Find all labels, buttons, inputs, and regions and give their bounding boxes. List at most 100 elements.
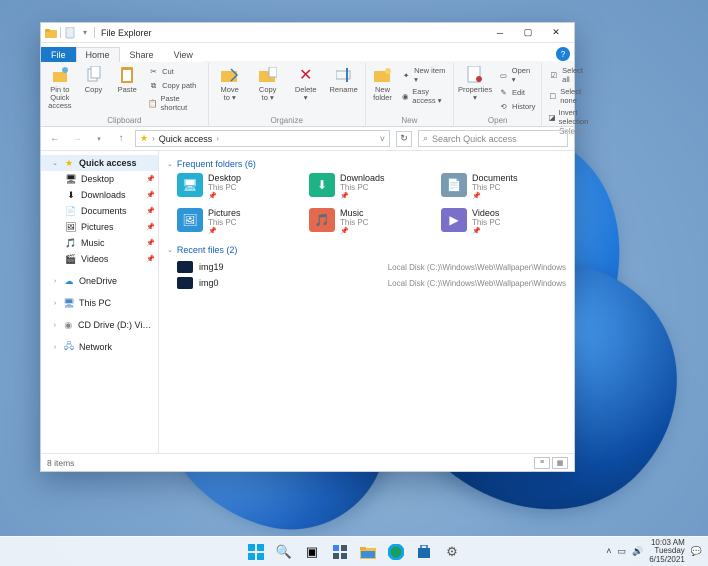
- tree-cd-drive[interactable]: ›◉CD Drive (D:) VirtualE: [41, 317, 158, 333]
- navigation-pane[interactable]: ⌄ ★ Quick access 🖥Desktop📌⬇Downloads📌📄Do…: [41, 151, 159, 453]
- icons-view-button[interactable]: ▦: [552, 457, 568, 469]
- taskbar[interactable]: 🔍 ▣ ⚙ ˄ ▭ 🔊 10:03 AM Tuesday 6/15/2021 💬: [0, 536, 708, 566]
- details-view-button[interactable]: ≡: [534, 457, 550, 469]
- ribbon-tabs: File Home Share View ?: [41, 43, 574, 61]
- paste-icon: [117, 65, 137, 85]
- folder-videos[interactable]: ▶VideosThis PC📌: [441, 208, 561, 235]
- rename-button[interactable]: Rename: [327, 65, 361, 94]
- item-count: 8 items: [47, 458, 74, 468]
- history-button[interactable]: ⟲History: [496, 100, 537, 113]
- select-all-button[interactable]: ☑Select all: [546, 65, 594, 85]
- collapse-icon[interactable]: ⌄: [167, 246, 173, 254]
- search-input[interactable]: ⌕ Search Quick access: [418, 130, 568, 147]
- new-folder-button[interactable]: New folder: [370, 65, 396, 102]
- collapse-icon[interactable]: ⌄: [51, 159, 59, 167]
- cut-button[interactable]: ✂Cut: [146, 65, 204, 78]
- open-button[interactable]: ▭Open ▾: [496, 65, 537, 85]
- up-button[interactable]: ↑: [113, 131, 129, 147]
- search-icon: ⌕: [423, 133, 428, 144]
- recent-file-img0[interactable]: img0Local Disk (C:)\Windows\Web\Wallpape…: [177, 275, 566, 291]
- start-button[interactable]: [243, 539, 269, 565]
- tree-onedrive[interactable]: ›☁OneDrive: [41, 273, 158, 289]
- delete-button[interactable]: ✕Delete ▾: [289, 65, 323, 102]
- clock[interactable]: 10:03 AM Tuesday 6/15/2021: [649, 539, 685, 564]
- star-icon: ★: [140, 133, 148, 144]
- tree-item-music[interactable]: 🎵Music📌: [41, 235, 158, 251]
- frequent-folders-header[interactable]: ⌄ Frequent folders (6): [167, 159, 566, 169]
- easy-access-icon: ◉: [401, 91, 409, 102]
- expand-icon[interactable]: ›: [51, 278, 59, 285]
- tree-item-documents[interactable]: 📄Documents📌: [41, 203, 158, 219]
- titlebar[interactable]: ▾ File Explorer ─ ▢ ✕: [41, 23, 574, 43]
- store-button[interactable]: [411, 539, 437, 565]
- tree-this-pc[interactable]: ›🖥This PC: [41, 295, 158, 311]
- paste-shortcut-button[interactable]: 📋Paste shortcut: [146, 93, 204, 113]
- copy-to-button[interactable]: Copy to ▾: [251, 65, 285, 102]
- notifications-button[interactable]: 💬: [691, 546, 702, 557]
- document-small-icon[interactable]: [64, 27, 76, 39]
- help-button[interactable]: ?: [556, 47, 570, 61]
- network-tray-icon[interactable]: ▭: [617, 546, 626, 557]
- file-explorer-button[interactable]: [355, 539, 381, 565]
- tree-network[interactable]: ›🖧Network: [41, 339, 158, 355]
- pin-icon: 📌: [146, 175, 154, 183]
- tree-item-desktop[interactable]: 🖥Desktop📌: [41, 171, 158, 187]
- search-button[interactable]: 🔍: [271, 539, 297, 565]
- chevron-down-icon[interactable]: ˅: [380, 134, 385, 144]
- expand-icon[interactable]: ›: [51, 300, 59, 307]
- settings-button[interactable]: ⚙: [439, 539, 465, 565]
- close-button[interactable]: ✕: [542, 23, 570, 43]
- tab-view[interactable]: View: [164, 47, 203, 62]
- show-hidden-icons[interactable]: ˄: [606, 546, 611, 556]
- refresh-button[interactable]: ↻: [396, 131, 412, 147]
- edit-button[interactable]: ✎Edit: [496, 86, 537, 99]
- tree-item-downloads[interactable]: ⬇Downloads📌: [41, 187, 158, 203]
- recent-file-img19[interactable]: img19Local Disk (C:)\Windows\Web\Wallpap…: [177, 259, 566, 275]
- system-tray[interactable]: ˄ ▭ 🔊 10:03 AM Tuesday 6/15/2021 💬: [606, 539, 708, 564]
- pin-icon: 📌: [146, 239, 154, 247]
- expand-icon[interactable]: ›: [51, 344, 59, 351]
- group-open: Properties ▾ ▭Open ▾ ✎Edit ⟲History Open: [454, 63, 542, 126]
- widgets-button[interactable]: [327, 539, 353, 565]
- recent-locations-button[interactable]: ▾: [91, 131, 107, 147]
- properties-button[interactable]: Properties ▾: [458, 65, 492, 102]
- paste-button[interactable]: Paste: [112, 65, 142, 94]
- qat-toggle-icon[interactable]: ▾: [79, 27, 91, 39]
- breadcrumb-location[interactable]: Quick access: [159, 134, 213, 144]
- folder-documents[interactable]: 📄DocumentsThis PC📌: [441, 173, 561, 200]
- tree-quick-access[interactable]: ⌄ ★ Quick access: [41, 155, 158, 171]
- expand-icon[interactable]: ›: [51, 322, 59, 329]
- copy-to-icon: [258, 65, 278, 85]
- back-button[interactable]: ←: [47, 131, 63, 147]
- copy-button[interactable]: Copy: [79, 65, 109, 94]
- content-pane[interactable]: ⌄ Frequent folders (6) 🖥DesktopThis PC📌 ⬇…: [159, 151, 574, 453]
- folder-downloads[interactable]: ⬇DownloadsThis PC📌: [309, 173, 429, 200]
- collapse-icon[interactable]: ⌄: [167, 160, 173, 168]
- folder-pictures[interactable]: 🖼PicturesThis PC📌: [177, 208, 297, 235]
- edge-button[interactable]: [383, 539, 409, 565]
- new-item-button[interactable]: ✦New item ▾: [399, 65, 449, 85]
- forward-button[interactable]: →: [69, 131, 85, 147]
- tree-item-videos[interactable]: 🎬Videos📌: [41, 251, 158, 267]
- tree-item-pictures[interactable]: 🖼Pictures📌: [41, 219, 158, 235]
- folder-music[interactable]: 🎵MusicThis PC📌: [309, 208, 429, 235]
- pin-quick-access-button[interactable]: Pin to Quick access: [45, 65, 75, 110]
- tab-home[interactable]: Home: [76, 47, 120, 62]
- recent-files-header[interactable]: ⌄ Recent files (2): [167, 245, 566, 255]
- pin-icon: 📌: [146, 223, 154, 231]
- cloud-icon: ☁: [63, 275, 75, 287]
- task-view-button[interactable]: ▣: [299, 539, 325, 565]
- easy-access-button[interactable]: ◉Easy access ▾: [399, 86, 449, 106]
- file-explorer-window: ▾ File Explorer ─ ▢ ✕ File Home Share Vi…: [40, 22, 575, 472]
- folder-desktop[interactable]: 🖥DesktopThis PC📌: [177, 173, 297, 200]
- select-none-button[interactable]: ☐Select none: [546, 86, 594, 106]
- volume-tray-icon[interactable]: 🔊: [632, 546, 643, 557]
- address-input[interactable]: ★ › Quick access › ˅: [135, 130, 390, 147]
- move-to-button[interactable]: Move to ▾: [213, 65, 247, 102]
- minimize-button[interactable]: ─: [486, 23, 514, 43]
- maximize-button[interactable]: ▢: [514, 23, 542, 43]
- copy-path-button[interactable]: ⧉Copy path: [146, 79, 204, 92]
- tab-share[interactable]: Share: [120, 47, 164, 62]
- invert-selection-button[interactable]: ◪Invert selection: [546, 107, 594, 127]
- tab-file[interactable]: File: [41, 47, 76, 62]
